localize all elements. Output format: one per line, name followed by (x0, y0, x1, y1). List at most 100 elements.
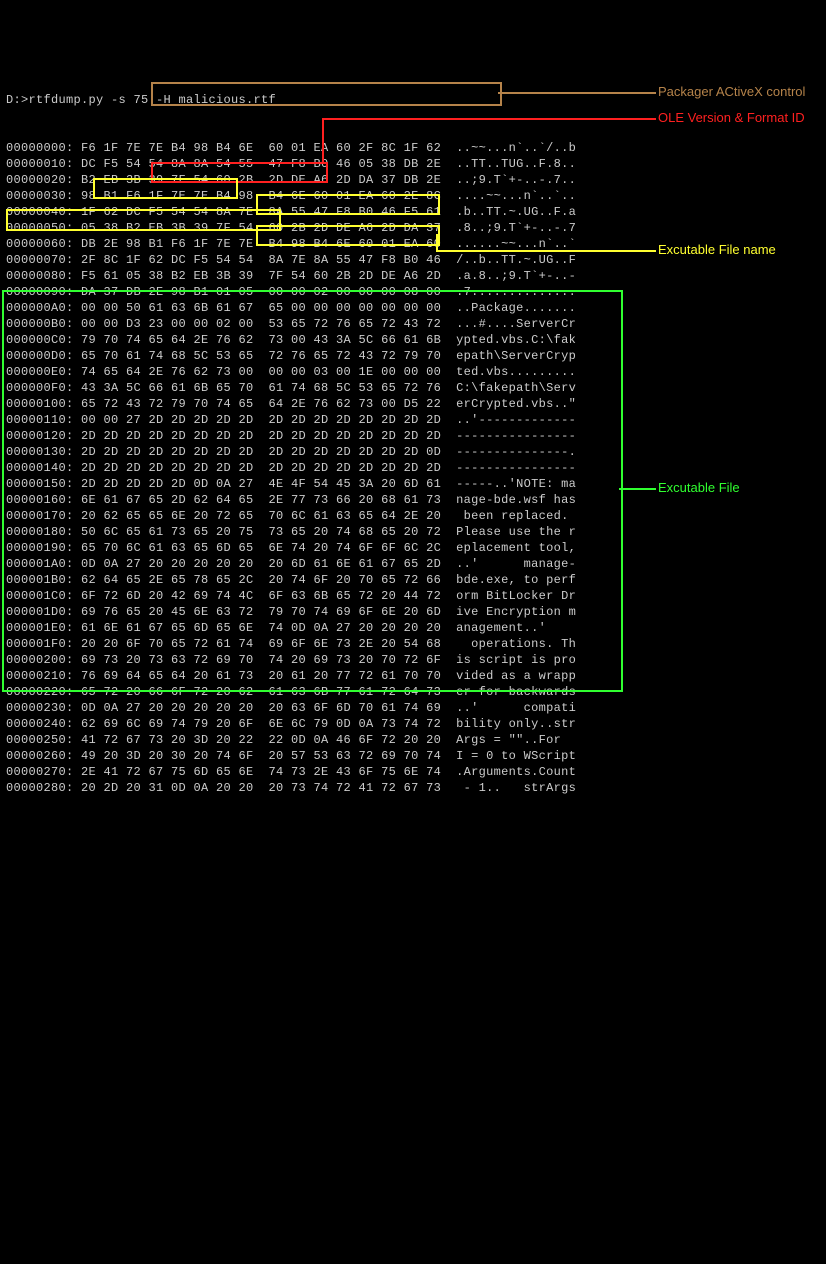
hex-ascii: ....~~...n`..`.. (441, 189, 576, 203)
hex-row: 000000C0: 79 70 74 65 64 2E 76 62 73 00 … (6, 332, 820, 348)
hex-bytes: 00 00 D3 23 00 00 02 00 53 65 72 76 65 7… (74, 317, 442, 331)
hex-bytes: 62 64 65 2E 65 78 65 2C 20 74 6F 20 70 6… (74, 573, 442, 587)
hex-row: 000000A0: 00 00 50 61 63 6B 61 67 65 00 … (6, 300, 820, 316)
hex-row: 000000D0: 65 70 61 74 68 5C 53 65 72 76 … (6, 348, 820, 364)
hex-ascii: ive Encryption m (441, 605, 576, 619)
hex-ascii: bde.exe, to perf (441, 573, 576, 587)
hex-address: 00000060: (6, 237, 74, 251)
hex-address: 000001F0: (6, 637, 74, 651)
hex-row: 00000110: 00 00 27 2D 2D 2D 2D 2D 2D 2D … (6, 412, 820, 428)
hex-ascii: ---------------- (441, 461, 576, 475)
hex-row: 000001A0: 0D 0A 27 20 20 20 20 20 20 6D … (6, 556, 820, 572)
hex-bytes: 0D 0A 27 20 20 20 20 20 20 6D 61 6E 61 6… (74, 557, 442, 571)
hex-ascii: bility only..str (441, 717, 576, 731)
hex-row: 00000050: 05 38 B2 EB 3B 39 7F 54 60 2B … (6, 220, 820, 236)
hex-row: 000001D0: 69 76 65 20 45 6E 63 72 79 70 … (6, 604, 820, 620)
hex-bytes: 00 00 27 2D 2D 2D 2D 2D 2D 2D 2D 2D 2D 2… (74, 413, 442, 427)
hex-address: 000000F0: (6, 381, 74, 395)
hex-ascii: .Arguments.Count (441, 765, 576, 779)
hex-address: 00000250: (6, 733, 74, 747)
hex-ascii: ---------------- (441, 429, 576, 443)
hex-ascii: - 1.. strArgs (441, 781, 576, 795)
hex-row: 00000250: 41 72 67 73 20 3D 20 22 22 0D … (6, 732, 820, 748)
hex-address: 00000280: (6, 781, 74, 795)
hex-ascii: ..~~...n`..`/..b (441, 141, 576, 155)
hex-bytes: 41 72 67 73 20 3D 20 22 22 0D 0A 46 6F 7… (74, 733, 442, 747)
hex-row: 00000070: 2F 8C 1F 62 DC F5 54 54 8A 7E … (6, 252, 820, 268)
hex-address: 000000D0: (6, 349, 74, 363)
hex-bytes: 00 00 50 61 63 6B 61 67 65 00 00 00 00 0… (74, 301, 442, 315)
hex-row: 00000020: B2 EB 3B 39 7F 54 60 2B 2D DE … (6, 172, 820, 188)
hex-row: 00000120: 2D 2D 2D 2D 2D 2D 2D 2D 2D 2D … (6, 428, 820, 444)
hex-dump: 00000000: F6 1F 7E 7E B4 98 B4 6E 60 01 … (6, 140, 820, 796)
hex-row: 000001F0: 20 20 6F 70 65 72 61 74 69 6F … (6, 636, 820, 652)
hex-bytes: DB 2E 98 B1 F6 1F 7E 7E B4 98 B4 6E 60 0… (74, 237, 442, 251)
hex-ascii: erCrypted.vbs.." (441, 397, 576, 411)
hex-bytes: 20 62 65 65 6E 20 72 65 70 6C 61 63 65 6… (74, 509, 442, 523)
hex-ascii: operations. Th (441, 637, 576, 651)
hex-row: 00000210: 76 69 64 65 64 20 61 73 20 61 … (6, 668, 820, 684)
hex-row: 000001C0: 6F 72 6D 20 42 69 74 4C 6F 63 … (6, 588, 820, 604)
hex-ascii: is script is pro (441, 653, 576, 667)
hex-address: 00000120: (6, 429, 74, 443)
hex-address: 00000090: (6, 285, 74, 299)
hex-row: 00000230: 0D 0A 27 20 20 20 20 20 20 63 … (6, 700, 820, 716)
hex-row: 00000240: 62 69 6C 69 74 79 20 6F 6E 6C … (6, 716, 820, 732)
hex-address: 00000210: (6, 669, 74, 683)
hex-address: 00000140: (6, 461, 74, 475)
hex-bytes: 2D 2D 2D 2D 2D 2D 2D 2D 2D 2D 2D 2D 2D 2… (74, 429, 442, 443)
hex-ascii: orm BitLocker Dr (441, 589, 576, 603)
hex-address: 000001A0: (6, 557, 74, 571)
hex-row: 000000F0: 43 3A 5C 66 61 6B 65 70 61 74 … (6, 380, 820, 396)
hex-bytes: F5 61 05 38 B2 EB 3B 39 7F 54 60 2B 2D D… (74, 269, 442, 283)
hex-ascii: anagement..' (441, 621, 576, 635)
hex-ascii: .8..;9.T`+-..-.7 (441, 221, 576, 235)
hex-row: 00000130: 2D 2D 2D 2D 2D 2D 2D 2D 2D 2D … (6, 444, 820, 460)
hex-bytes: 76 69 64 65 64 20 61 73 20 61 20 77 72 6… (74, 669, 442, 683)
hex-address: 000001C0: (6, 589, 74, 603)
hex-bytes: 65 72 43 72 79 70 74 65 64 2E 76 62 73 0… (74, 397, 442, 411)
hex-address: 00000180: (6, 525, 74, 539)
hex-row: 000001E0: 61 6E 61 67 65 6D 65 6E 74 0D … (6, 620, 820, 636)
hex-bytes: 69 76 65 20 45 6E 63 72 79 70 74 69 6F 6… (74, 605, 442, 619)
hex-address: 000000C0: (6, 333, 74, 347)
hex-ascii: I = 0 to WScript (441, 749, 576, 763)
hex-bytes: 2D 2D 2D 2D 2D 2D 2D 2D 2D 2D 2D 2D 2D 2… (74, 445, 442, 459)
hex-row: 00000180: 50 6C 65 61 73 65 20 75 73 65 … (6, 524, 820, 540)
hex-row: 00000040: 1F 62 DC F5 54 54 8A 7E 8A 55 … (6, 204, 820, 220)
hex-bytes: 6E 61 67 65 2D 62 64 65 2E 77 73 66 20 6… (74, 493, 442, 507)
hex-row: 00000100: 65 72 43 72 79 70 74 65 64 2E … (6, 396, 820, 412)
hex-ascii: ted.vbs......... (441, 365, 576, 379)
hex-address: 00000160: (6, 493, 74, 507)
hex-bytes: B2 EB 3B 39 7F 54 60 2B 2D DE A6 2D DA 3… (74, 173, 442, 187)
hex-address: 000001E0: (6, 621, 74, 635)
hex-ascii: ..' compati (441, 701, 576, 715)
hex-ascii: ..'------------- (441, 413, 576, 427)
hex-ascii: epath\ServerCryp (441, 349, 576, 363)
hex-address: 00000040: (6, 205, 74, 219)
hex-bytes: 49 20 3D 20 30 20 74 6F 20 57 53 63 72 6… (74, 749, 442, 763)
hex-row: 00000090: DA 37 DB 2E 98 B1 01 05 00 00 … (6, 284, 820, 300)
hex-bytes: 05 38 B2 EB 3B 39 7F 54 60 2B 2D DE A6 2… (74, 221, 442, 235)
hex-address: 00000000: (6, 141, 74, 155)
hex-address: 000000A0: (6, 301, 74, 315)
hex-ascii: ..;9.T`+-..-.7.. (441, 173, 576, 187)
hex-row: 000001B0: 62 64 65 2E 65 78 65 2C 20 74 … (6, 572, 820, 588)
hex-bytes: 2E 41 72 67 75 6D 65 6E 74 73 2E 43 6F 7… (74, 765, 442, 779)
hex-row: 00000260: 49 20 3D 20 30 20 74 6F 20 57 … (6, 748, 820, 764)
hex-row: 000000B0: 00 00 D3 23 00 00 02 00 53 65 … (6, 316, 820, 332)
hex-bytes: F6 1F 7E 7E B4 98 B4 6E 60 01 EA 60 2F 8… (74, 141, 442, 155)
hex-bytes: 1F 62 DC F5 54 54 8A 7E 8A 55 47 F8 B0 4… (74, 205, 442, 219)
hex-bytes: 79 70 74 65 64 2E 76 62 73 00 43 3A 5C 6… (74, 333, 442, 347)
hex-ascii: been replaced. (441, 509, 576, 523)
hex-row: 00000170: 20 62 65 65 6E 20 72 65 70 6C … (6, 508, 820, 524)
hex-bytes: 20 2D 20 31 0D 0A 20 20 20 73 74 72 41 7… (74, 781, 442, 795)
hex-bytes: 65 70 6C 61 63 65 6D 65 6E 74 20 74 6F 6… (74, 541, 442, 555)
hex-address: 00000110: (6, 413, 74, 427)
hex-bytes: 2F 8C 1F 62 DC F5 54 54 8A 7E 8A 55 47 F… (74, 253, 442, 267)
hex-address: 00000100: (6, 397, 74, 411)
hex-ascii: ---------------. (441, 445, 576, 459)
hex-address: 00000080: (6, 269, 74, 283)
hex-row: 00000280: 20 2D 20 31 0D 0A 20 20 20 73 … (6, 780, 820, 796)
hex-address: 00000200: (6, 653, 74, 667)
